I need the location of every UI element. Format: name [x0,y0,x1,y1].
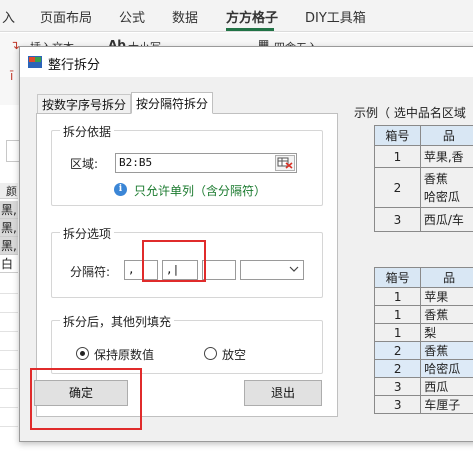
separator-label: 分隔符: [70,265,111,279]
table-header-box: 箱号 [373,267,422,288]
example-table-before: 箱号 品 1 苹果,香 2 香蕉 哈密瓜 3 西瓜/车 [374,125,473,232]
ribbon-tab-data[interactable]: 数据 [172,7,198,26]
range-label: 区域: [70,157,99,171]
separator-dropdown[interactable] [240,260,304,280]
fill-other-columns-title: 拆分后，其他列填充 [60,313,175,330]
app-icon [28,56,42,68]
table-cell: 2 [374,167,421,208]
table-header-name: 品 [420,267,473,288]
info-icon: i [114,183,127,196]
ribbon-tab-diy-toolbox[interactable]: DIY工具箱 [305,7,366,26]
chevron-down-icon [289,266,299,272]
table-cell: 1 [373,287,422,306]
table-cell: 香蕉 [420,341,473,360]
cell-row-4[interactable]: 白 [0,255,18,273]
table-cell: 香蕉 哈密瓜 [419,167,473,208]
split-basis-title: 拆分依据 [60,123,115,140]
gridline [0,350,18,351]
ribbon-tab-formulas[interactable]: 公式 [119,7,145,26]
table-cell: 车厘子 [420,395,473,414]
radio-leave-empty-label[interactable]: 放空 [222,346,246,363]
separator-highlight-box [142,240,206,282]
table-cell: 哈密瓜 [420,359,473,378]
gridline [0,312,18,313]
table-cell: 苹果,香 [419,145,473,168]
range-input[interactable]: B2:B5 [115,153,297,173]
table-cell: 2 [373,359,422,378]
ribbon-tab-fangfang[interactable]: 方方格子 [226,7,278,26]
table-cell: 1 [373,305,422,324]
cell-row-1[interactable]: 黑, [0,201,18,219]
split-options-title: 拆分选项 [60,225,115,242]
ok-button-highlight-box [30,368,142,430]
ribbon-tab-bar: 入 页面布局 公式 数据 方方格子 DIY工具箱 [0,0,473,32]
radio-keep-original[interactable] [76,347,89,360]
table-header-name: 品 [419,125,473,146]
table-cell: 3 [373,377,422,396]
gridline [0,388,18,389]
table-cell: 苹果 [420,287,473,306]
ribbon-tab-page-layout[interactable]: 页面布局 [40,7,92,26]
example-title: 示例（ 选中品名区域 [354,106,466,120]
table-cell: 西瓜/车 [419,207,473,232]
single-column-hint: 只允许单列（含分隔符） [134,184,267,198]
gridline [0,369,18,370]
gridline [0,331,18,332]
cell-row-3[interactable]: 黑, [0,237,18,255]
table-cell: 1 [374,145,421,168]
example-table-after: 箱号 品 1 苹果 1 香蕉 1 梨 2 香蕉 2 哈密瓜 3 西瓜 3 车厘子 [373,267,473,414]
radio-keep-original-label[interactable]: 保持原数值 [94,346,154,363]
cell-row-2[interactable]: 黑, [0,219,18,237]
separator-input-3[interactable] [202,260,236,280]
radio-leave-empty[interactable] [204,347,217,360]
split-basis-group: 拆分依据 区域: B2:B5 i 只允许单列（含分隔符） [51,123,323,206]
dialog-titlebar[interactable]: 整行拆分 [20,47,473,77]
table-cell: 梨 [420,323,473,342]
dialog-title: 整行拆分 [48,58,101,73]
gridline [0,426,18,427]
column-header[interactable]: 颜 [0,183,18,199]
table-cell: 1 [373,323,422,342]
fill-other-columns-group: 拆分后，其他列填充 保持原数值 放空 [51,313,323,374]
gridline [0,407,18,408]
range-picker-icon [277,157,293,169]
ribbon-tab-insert[interactable]: 入 [2,7,15,26]
tab-split-by-separator[interactable]: 按分隔符拆分 [131,92,214,114]
range-picker-button[interactable] [275,155,295,171]
ribbon-icon-2: ī [10,69,14,83]
table-header-box: 箱号 [374,125,421,146]
table-cell: 3 [373,395,422,414]
exit-button[interactable]: 退出 [244,380,322,406]
active-tab-indicator [226,28,274,31]
table-cell: 西瓜 [420,377,473,396]
tab-split-by-number[interactable]: 按数字序号拆分 [37,94,132,114]
table-cell: 2 [373,341,422,360]
table-cell: 3 [374,207,421,232]
gridline [0,293,18,294]
table-cell: 香蕉 [420,305,473,324]
